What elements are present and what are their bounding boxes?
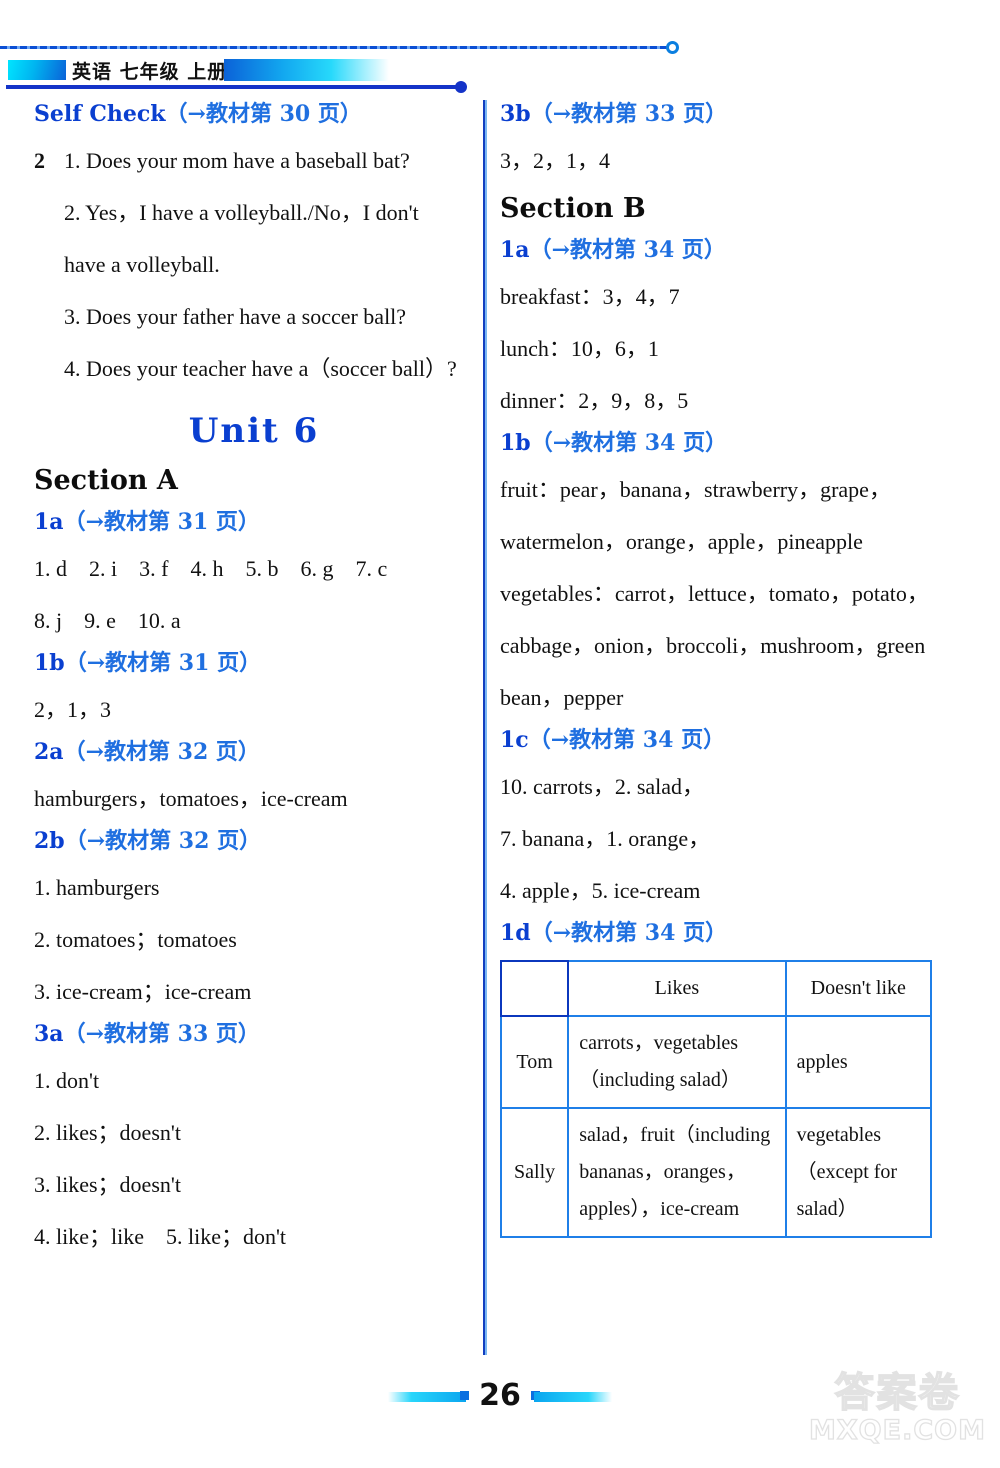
table-header-blank: [499, 960, 570, 1017]
footer-flourish-right-icon: [534, 1392, 612, 1402]
exercise-heading-1a: 1a（→教材第 31 页）: [34, 506, 474, 539]
footer-flourish-left-icon: [388, 1392, 466, 1402]
page-number: 26: [479, 1378, 521, 1413]
table-cell-likes: carrots，vegetables （including salad）: [567, 1015, 787, 1109]
table-cell-likes: salad，fruit（including bananas，oranges， app…: [567, 1107, 787, 1238]
answer-text: 1. Does your mom have a baseball bat?: [64, 148, 410, 173]
exercise-code: 2a: [34, 739, 64, 765]
exercise-ref: （→教材第 34 页）: [530, 920, 728, 946]
exercise-ref: （→教材第 32 页）: [63, 739, 260, 765]
answer-line: vegetables：carrot，lettuce，tomato，potato，: [500, 581, 929, 606]
exercise-code: 3a: [34, 1021, 64, 1047]
answer-line: 1. don't: [34, 1068, 100, 1093]
table-header-row: Likes Doesn't like: [499, 960, 933, 1017]
exercise-heading-b1c: 1c（→教材第 34 页）: [500, 724, 940, 757]
table-header-likes: Likes: [567, 960, 787, 1017]
exercise-code: 1a: [34, 509, 64, 535]
header-gradient-square-icon: [8, 60, 66, 80]
exercise-heading-b1b: 1b（→教材第 34 页）: [500, 427, 940, 460]
answer-line: 3. likes；doesn't: [34, 1172, 181, 1197]
section-a-title: Section A: [34, 465, 178, 496]
exercise-code: 3b: [500, 101, 531, 127]
unit-title: Unit 6: [188, 411, 320, 451]
exercise-code: 2b: [34, 828, 65, 854]
answer-line: dinner：2，9，8，5: [500, 388, 689, 413]
table-header-dislikes: Doesn't like: [784, 960, 933, 1017]
table-cell-name: Sally: [499, 1107, 570, 1238]
exercise-heading-1b: 1b（→教材第 31 页）: [34, 647, 474, 680]
exercise-heading-b1d: 1d（→教材第 34 页）: [500, 917, 940, 950]
exercise-ref: （→教材第 31 页）: [64, 650, 262, 676]
exercise-heading-2b: 2b（→教材第 32 页）: [34, 825, 474, 858]
header-bottom-dot-icon: [455, 81, 467, 93]
book-title: 英语 七年级 上册: [72, 61, 228, 83]
group-number: 2: [34, 148, 45, 173]
section-b-title: Section B: [500, 193, 646, 224]
left-column: Self Check（→教材第 30 页） 2 1. Does your mom…: [34, 98, 474, 1263]
self-check-item-2-cont: have a volleyball.: [64, 252, 220, 277]
exercise-code: 1a: [500, 237, 530, 263]
answer-line: breakfast：3，4，7: [500, 284, 680, 309]
answer-line: bean，pepper: [500, 685, 624, 710]
watermark-chinese: 答案卷: [834, 1370, 961, 1416]
answer-line: 1. d 2. i 3. f 4. h 5. b 6. g 7. c: [34, 556, 388, 581]
answer-line: 3. ice-cream；ice-cream: [34, 979, 252, 1004]
exercise-heading-3b: 3b（→教材第 33 页）: [500, 98, 940, 131]
table-row: Sally salad，fruit（including bananas，orang…: [499, 1107, 933, 1238]
exercise-heading-self-check: Self Check（→教材第 30 页）: [34, 98, 474, 131]
table-row: Tom carrots，vegetables （including salad） …: [499, 1015, 933, 1109]
answer-line: hamburgers，tomatoes，ice-cream: [34, 786, 348, 811]
right-column: 3b（→教材第 33 页） 3，2，1，4 Section B 1a（→教材第 …: [499, 98, 940, 1238]
self-check-item-4: 4. Does your teacher have a（soccer ball）…: [64, 356, 457, 381]
answer-line: 2. likes；doesn't: [34, 1120, 181, 1145]
watermark-domain: MXQE.COM: [808, 1415, 986, 1446]
answer-line: 10. carrots，2. salad，: [500, 774, 705, 799]
table-cell-dislikes: apples: [784, 1015, 933, 1109]
exercise-code: Self Check: [34, 101, 166, 127]
exercise-code: 1c: [500, 727, 529, 753]
footer-dot-left-icon: [460, 1391, 469, 1400]
exercise-heading-2a: 2a（→教材第 32 页）: [34, 736, 474, 769]
page-header: 英语 七年级 上册: [0, 30, 1000, 93]
exercise-ref: （→教材第 34 页）: [530, 430, 728, 456]
answer-line: 1. hamburgers: [34, 875, 160, 900]
exercise-ref: （→教材第 30 页）: [165, 101, 362, 127]
column-divider: [483, 100, 487, 1355]
self-check-item-2: 2. Yes，I have a volleyball./No，I don't: [64, 200, 419, 225]
table-cell-dislikes: vegetables （except for salad）: [784, 1107, 933, 1238]
header-bottom-rule: [6, 85, 461, 89]
exercise-code: 1b: [34, 650, 65, 676]
exercise-heading-3a: 3a（→教材第 33 页）: [34, 1018, 474, 1051]
answer-line: cabbage，onion，broccoli，mushroom，green: [500, 633, 926, 658]
self-check-item-1: 2 1. Does your mom have a baseball bat?: [34, 135, 474, 187]
answer-line: watermelon，orange，apple，pineapple: [500, 529, 863, 554]
exercise-ref: （→教材第 31 页）: [63, 509, 260, 535]
exercise-ref: （→教材第 34 页）: [528, 727, 726, 753]
exercise-ref: （→教材第 33 页）: [530, 101, 728, 127]
watermark: 答案卷 MXQE.COM: [805, 1370, 990, 1464]
header-gradient-bar-icon: [224, 59, 389, 81]
answer-line: 7. banana，1. orange，: [500, 826, 711, 851]
answer-line: fruit：pear，banana，strawberry，grape，: [500, 477, 891, 502]
exercise-heading-b1a: 1a（→教材第 34 页）: [500, 234, 940, 267]
header-end-circle-icon: [666, 41, 679, 54]
self-check-item-3: 3. Does your father have a soccer ball?: [64, 304, 407, 329]
answer-line: 4. like；like 5. like；don't: [34, 1224, 287, 1249]
answer-line: 2，1，3: [34, 697, 112, 722]
exercise-code: 1b: [500, 430, 531, 456]
exercise-ref: （→教材第 33 页）: [63, 1021, 260, 1047]
table-cell-name: Tom: [499, 1015, 570, 1109]
exercise-ref: （→教材第 34 页）: [529, 237, 726, 263]
answer-line: 3，2，1，4: [500, 148, 611, 173]
answer-line: lunch：10，6，1: [500, 336, 659, 361]
exercise-ref: （→教材第 32 页）: [64, 828, 262, 854]
header-dotted-rule: [0, 46, 672, 49]
answer-line: 8. j 9. e 10. a: [34, 608, 181, 633]
exercise-code: 1d: [500, 920, 531, 946]
answer-line: 2. tomatoes；tomatoes: [34, 927, 237, 952]
answer-line: 4. apple，5. ice-cream: [500, 878, 701, 903]
likes-dislikes-table: Likes Doesn't like Tom carrots，vegetable…: [499, 960, 933, 1238]
